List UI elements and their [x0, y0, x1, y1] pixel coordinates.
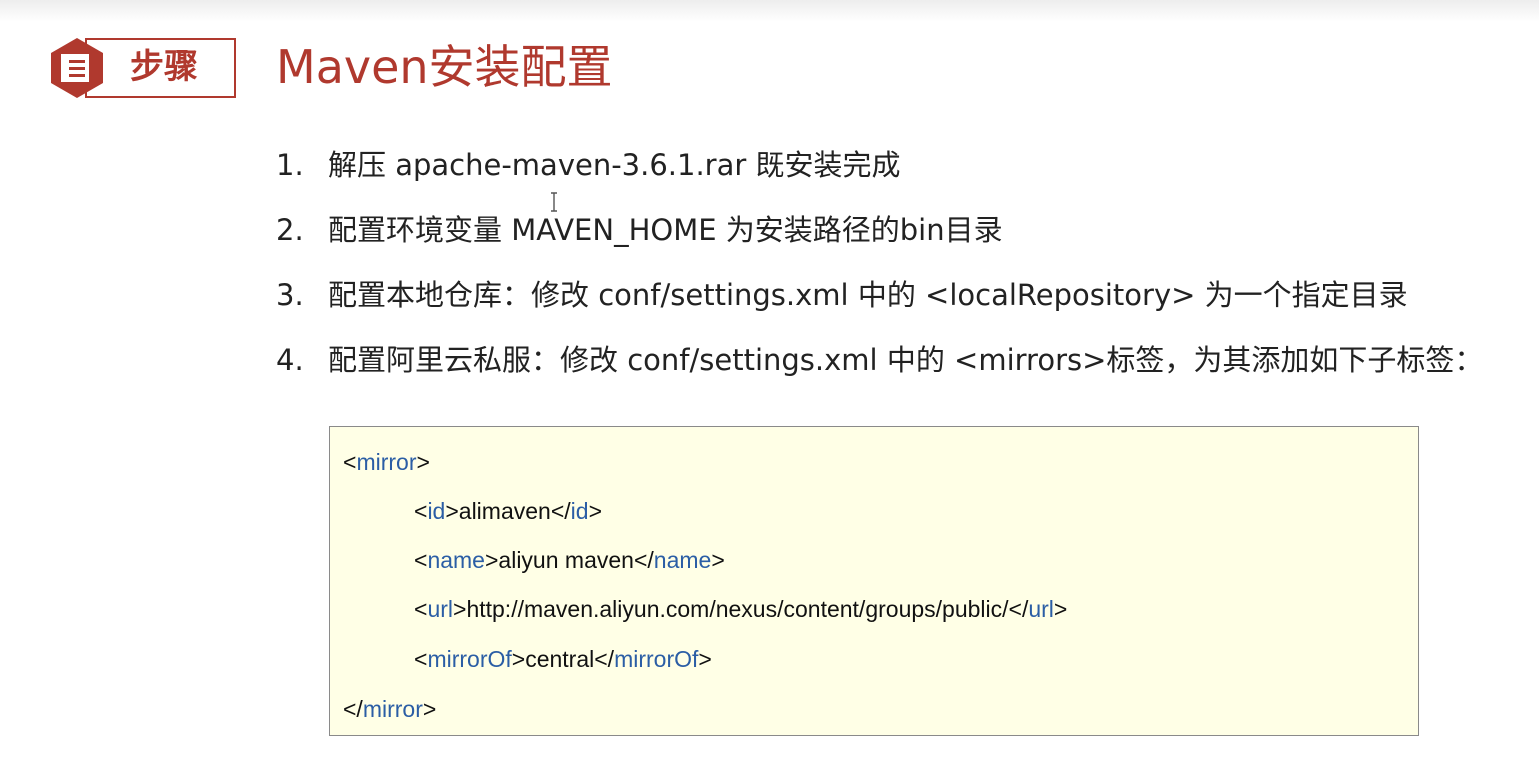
tag-value: aliyun maven: [498, 547, 634, 573]
list-item: 2. 配置环境变量 MAVEN_HOME 为安装路径的bin目录: [276, 203, 1483, 268]
tag-name: name: [653, 547, 712, 573]
list-item: 1. 解压 apache-maven-3.6.1.rar 既安装完成: [276, 138, 1483, 203]
code-block: <mirror> <id>alimaven</id> <name>aliyun …: [329, 426, 1419, 736]
tag-value: central: [525, 646, 595, 672]
step-text: 配置阿里云私服：修改 conf/settings.xml 中的 <mirrors…: [328, 343, 1484, 377]
tag-name: mirrorOf: [614, 646, 699, 672]
code-line-mirrorof: <mirrorOf>central</mirrorOf>: [414, 646, 712, 672]
tag-name: url: [427, 596, 453, 622]
step-text: 配置环境变量 MAVEN_HOME 为安装路径的bin目录: [328, 213, 1003, 247]
page-title: Maven安装配置: [276, 40, 613, 94]
step-text: 配置本地仓库：修改 conf/settings.xml 中的 <localRep…: [328, 278, 1408, 312]
step-text: 解压 apache-maven-3.6.1.rar 既安装完成: [328, 148, 901, 182]
document-icon: [51, 38, 103, 98]
tag-value: http://maven.aliyun.com/nexus/content/gr…: [466, 596, 1009, 622]
text-cursor-icon: [551, 192, 557, 212]
list-item: 4. 配置阿里云私服：修改 conf/settings.xml 中的 <mirro…: [276, 333, 1483, 398]
tag-name: name: [427, 547, 485, 573]
tag-name: mirror: [362, 696, 423, 722]
top-shade: [0, 0, 1539, 22]
tag-name: id: [570, 498, 589, 524]
step-number: 4.: [276, 343, 304, 377]
tag-name: id: [427, 498, 446, 524]
code-line-id: <id>alimaven</id>: [414, 498, 602, 524]
code-line-name: <name>aliyun maven</name>: [414, 547, 725, 573]
code-line-mirror-open: <mirror>: [343, 449, 430, 475]
steps-list: 1. 解压 apache-maven-3.6.1.rar 既安装完成 2. 配置环境…: [276, 138, 1483, 398]
tag-name: url: [1028, 596, 1054, 622]
tag-value: alimaven: [458, 498, 551, 524]
section-badge: 步骤: [45, 36, 236, 100]
list-item: 3. 配置本地仓库：修改 conf/settings.xml 中的 <localR…: [276, 268, 1483, 333]
tag-name: mirrorOf: [427, 646, 512, 672]
code-line-url: <url>http://maven.aliyun.com/nexus/conte…: [414, 596, 1068, 622]
step-number: 2.: [276, 213, 304, 247]
step-number: 1.: [276, 148, 304, 182]
badge-label: 步骤: [130, 47, 198, 87]
code-line-mirror-close: </mirror>: [343, 696, 437, 722]
tag-name: mirror: [356, 449, 417, 475]
step-number: 3.: [276, 278, 304, 312]
